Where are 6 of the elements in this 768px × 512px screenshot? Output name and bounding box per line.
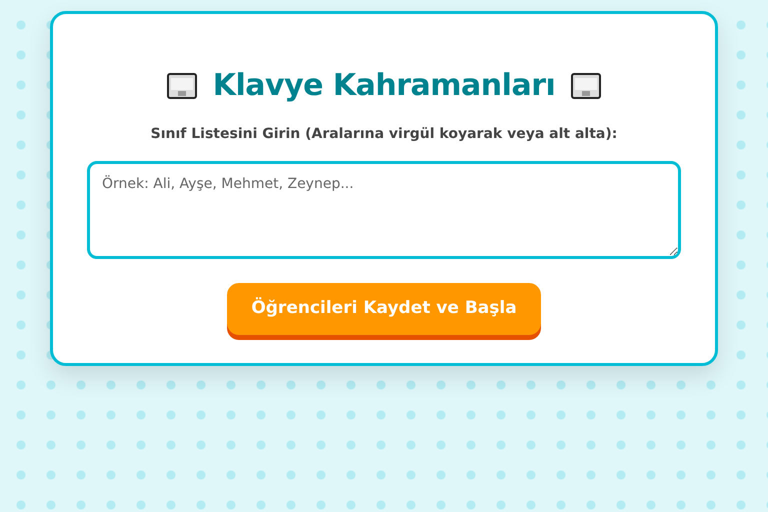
keyboard-icon: [571, 73, 602, 99]
field-label: Sınıf Listesini Girin (Aralarına virgül koyarak veya alt alta):: [150, 125, 618, 144]
app-title: Klavye Kahramanları: [212, 68, 556, 104]
keyboard-icon: [166, 73, 197, 99]
save-and-start-button[interactable]: Öğrencileri Kaydet ve Başla: [227, 283, 541, 334]
student-list-field[interactable]: Örnek: Ali, Ayşe, Mehmet, Zeynep...: [87, 161, 681, 259]
